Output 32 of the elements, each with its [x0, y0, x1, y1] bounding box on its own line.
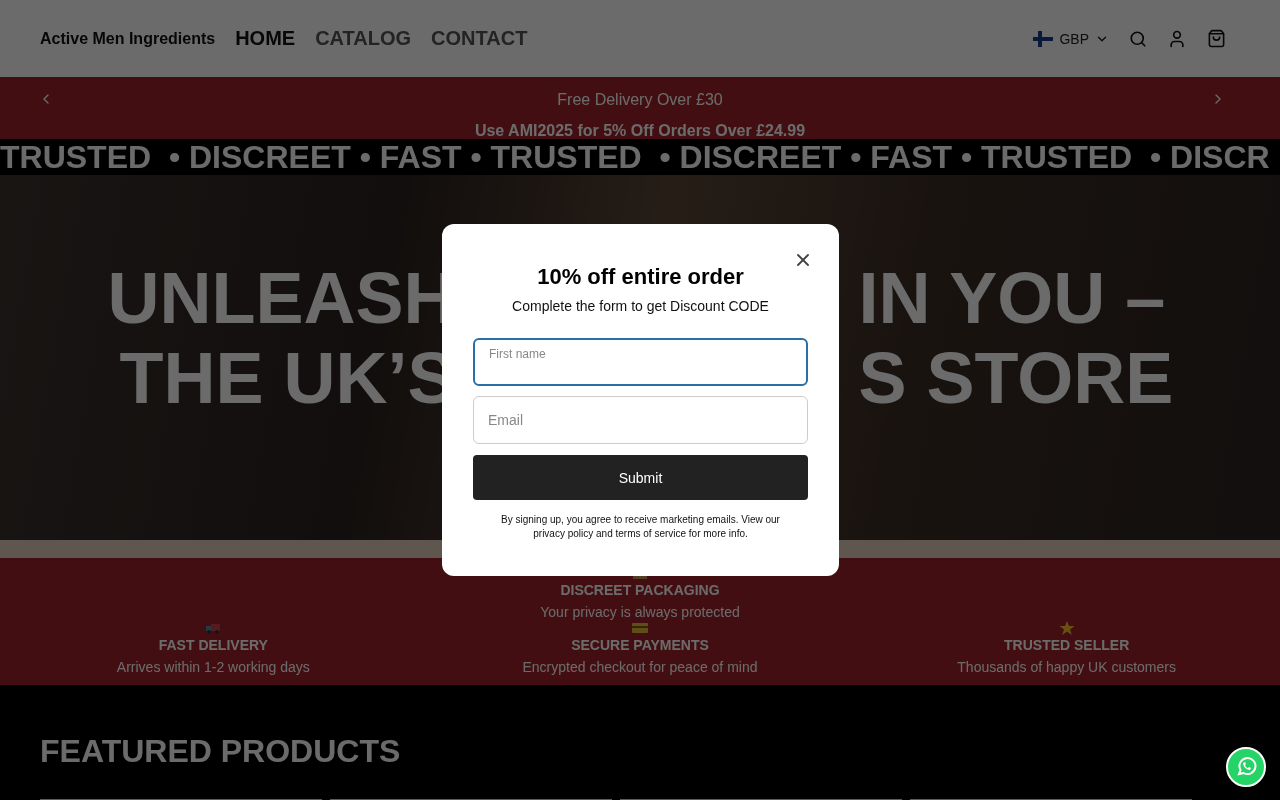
promo-text: Use AMI2025 for 5% Off Orders Over £24.99 — [474, 122, 806, 140]
currency-selector[interactable]: GBP — [1033, 30, 1109, 47]
brand-name[interactable]: Active Men Ingredients — [40, 29, 216, 48]
feature-text: Your privacy is always protected — [540, 604, 740, 621]
hero-heading: S STORE — [858, 337, 1174, 418]
truck-icon — [205, 621, 222, 635]
feature-title: SECURE PAYMENTS — [571, 637, 709, 654]
feature-title: FAST DELIVERY — [158, 637, 268, 654]
chat-button[interactable] — [1225, 746, 1267, 788]
submit-button[interactable]: Submit — [473, 455, 808, 500]
cart-button[interactable] — [1207, 29, 1226, 48]
search-button[interactable] — [1129, 29, 1147, 48]
credit-card-icon — [632, 621, 648, 635]
popup-subtitle: Complete the form to get Discount CODE — [512, 298, 769, 314]
account-button[interactable] — [1167, 28, 1187, 49]
nav-link[interactable]: CONTACT — [431, 27, 528, 50]
feature-text: Arrives within 1-2 working days — [116, 659, 310, 676]
feature-text: Encrypted checkout for peace of mind — [522, 659, 758, 676]
feature-title: DISCREET PACKAGING — [560, 582, 720, 599]
hero-heading: IN YOU – — [858, 257, 1166, 338]
nav-link[interactable]: HOME — [235, 27, 296, 50]
popup-title: 10% off entire order — [537, 264, 744, 290]
star-icon — [1058, 621, 1075, 635]
input-field[interactable]: First name — [473, 338, 808, 386]
announcement-text: Free Delivery Over £30 — [557, 91, 723, 109]
feature-text: Thousands of happy UK customers — [957, 659, 1176, 676]
legal-text: By signing up, you agree to receive marketing emails. View our privacy policy and terms of service for more info. — [500, 513, 781, 541]
section-heading: FEATURED PRODUCTS — [40, 733, 402, 770]
feature-title: TRUSTED SELLER — [1004, 637, 1130, 654]
input-field[interactable]: Email — [473, 396, 808, 444]
nav-link[interactable]: CATALOG — [315, 27, 412, 50]
flag-icon — [1033, 30, 1054, 47]
